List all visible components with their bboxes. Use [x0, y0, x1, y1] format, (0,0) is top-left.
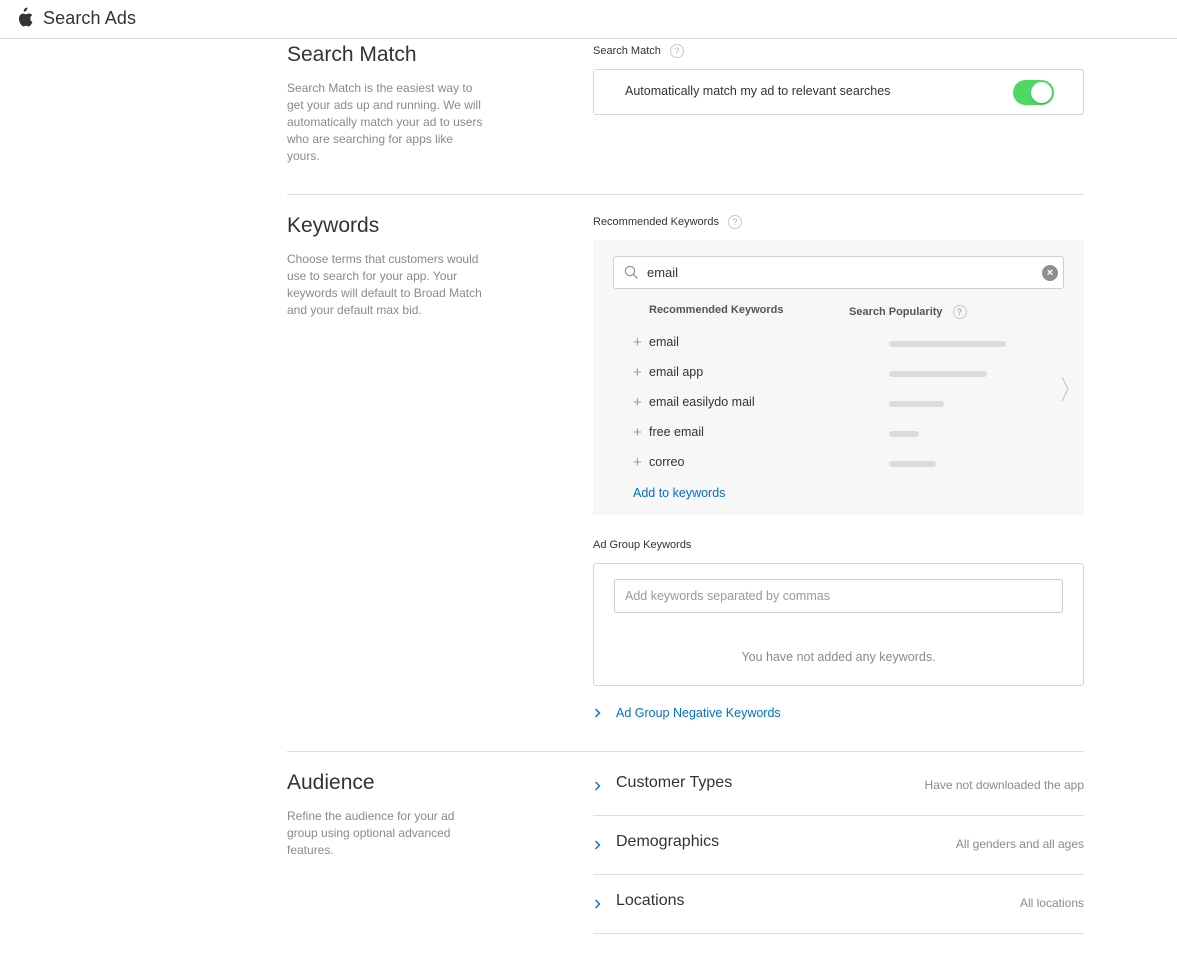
ad-group-keywords-label: Ad Group Keywords — [593, 539, 692, 551]
recommended-keyword-text: free email — [649, 425, 704, 439]
negative-keywords-link[interactable]: Ad Group Negative Keywords — [616, 706, 781, 720]
audience-row-value: Have not downloaded the app — [924, 778, 1084, 792]
search-match-field-label: Search Match ? — [593, 44, 684, 58]
add-keyword-icon[interactable]: + — [633, 424, 642, 441]
audience-row-title: Locations — [616, 892, 685, 909]
ad-group-keywords-box: You have not added any keywords. — [593, 563, 1084, 686]
recommended-keyword-text: correo — [649, 455, 685, 469]
recommended-keywords-label-text: Recommended Keywords — [593, 216, 719, 228]
search-popularity-bar — [889, 431, 919, 437]
chevron-right-icon — [595, 899, 601, 909]
add-keyword-icon[interactable]: + — [633, 454, 642, 471]
search-match-label-text: Search Match — [593, 45, 661, 57]
audience-row-demographics[interactable]: Demographics All genders and all ages — [593, 816, 1084, 875]
section-divider — [287, 751, 1084, 752]
add-to-keywords-link[interactable]: Add to keywords — [633, 486, 725, 500]
col-header-popularity-text: Search Popularity — [849, 306, 943, 318]
keyword-search-input[interactable]: email × — [613, 256, 1064, 289]
help-icon[interactable]: ? — [952, 305, 967, 319]
audience-title: Audience — [287, 771, 375, 794]
recommended-keywords-panel: email × Recommended Keywords Search Popu… — [593, 240, 1084, 515]
add-keyword-icon[interactable]: + — [633, 364, 642, 381]
brand-title[interactable]: Search Ads — [43, 8, 136, 29]
chevron-right-icon[interactable] — [1060, 376, 1070, 402]
search-popularity-bar — [889, 461, 936, 467]
clear-search-icon[interactable]: × — [1042, 265, 1058, 281]
keyword-search-value: email — [647, 265, 679, 280]
audience-row-title: Demographics — [616, 833, 720, 850]
help-icon[interactable]: ? — [727, 215, 742, 229]
recommended-keywords-label: Recommended Keywords ? — [593, 215, 742, 229]
search-popularity-bar — [889, 371, 987, 377]
help-icon[interactable]: ? — [669, 44, 684, 58]
audience-row-value: All genders and all ages — [955, 837, 1084, 851]
col-header-popularity: Search Popularity ? — [849, 305, 967, 319]
recommended-keyword-text: email easilydo mail — [649, 395, 755, 409]
search-match-toggle-label: Automatically match my ad to relevant se… — [625, 84, 891, 98]
audience-row-customer-types[interactable]: Customer Types Have not downloaded the a… — [593, 757, 1084, 816]
audience-row-value: All locations — [1019, 896, 1084, 910]
search-match-title: Search Match — [287, 43, 417, 66]
audience-description: Refine the audience for your ad group us… — [287, 809, 455, 857]
search-popularity-bar — [889, 401, 944, 407]
recommended-keyword-text: email — [649, 335, 679, 349]
search-match-description: Search Match is the easiest way to get y… — [287, 81, 483, 163]
recommended-keyword-text: email app — [649, 365, 704, 379]
top-bar: Search Ads — [0, 0, 1177, 39]
search-popularity-bar — [889, 341, 1006, 347]
chevron-right-icon — [595, 708, 601, 718]
audience-row-title: Customer Types — [616, 774, 733, 791]
ad-group-keywords-empty-message: You have not added any keywords. — [741, 650, 936, 664]
add-keyword-icon[interactable]: + — [633, 394, 642, 411]
ad-group-keywords-input[interactable] — [614, 579, 1063, 613]
audience-row-locations[interactable]: Locations All locations — [593, 875, 1084, 934]
keywords-description: Choose terms that customers would use to… — [287, 252, 482, 317]
chevron-right-icon — [595, 840, 601, 850]
chevron-right-icon — [595, 781, 601, 791]
search-match-toggle[interactable] — [1013, 80, 1054, 105]
search-match-box: Automatically match my ad to relevant se… — [593, 69, 1084, 115]
apple-logo-icon[interactable] — [15, 7, 33, 28]
add-keyword-icon[interactable]: + — [633, 334, 642, 351]
col-header-keywords: Recommended Keywords — [649, 304, 784, 316]
section-divider — [287, 194, 1084, 195]
negative-keywords-toggle[interactable]: Ad Group Negative Keywords — [593, 706, 781, 720]
toggle-knob — [1031, 82, 1052, 103]
search-icon — [624, 265, 638, 279]
keywords-title: Keywords — [287, 214, 380, 237]
